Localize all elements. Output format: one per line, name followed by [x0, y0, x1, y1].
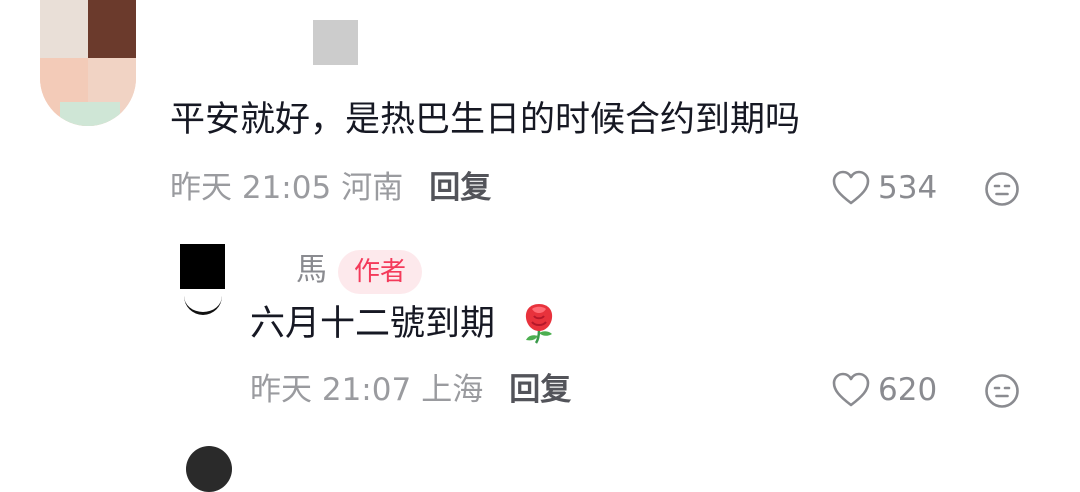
- reply-reply-button[interactable]: 回复: [509, 370, 571, 410]
- avatar[interactable]: [40, 0, 136, 126]
- reply-username[interactable]: 馬: [296, 250, 327, 290]
- heart-icon: [832, 170, 870, 205]
- comment-location: 河南: [341, 170, 404, 206]
- comment-meta: 昨天 21:05 河南 回复: [170, 168, 491, 208]
- avatar-pixel: [88, 0, 136, 58]
- reply-text: 六月十二號到期: [250, 304, 496, 344]
- like-count: 534: [878, 170, 938, 206]
- reply-like-count: 620: [878, 372, 938, 408]
- username-placeholder[interactable]: [313, 20, 358, 65]
- heart-icon: [832, 372, 870, 407]
- reply-location: 上海: [421, 372, 484, 408]
- like-button[interactable]: [831, 169, 871, 207]
- dislike-button[interactable]: [984, 171, 1020, 207]
- reply-meta: 昨天 21:07 上海 回复: [250, 370, 571, 410]
- reply-button[interactable]: 回复: [429, 168, 491, 208]
- reply-like-button[interactable]: [831, 371, 871, 409]
- reply-avatar[interactable]: [180, 244, 225, 289]
- avatar-pixel: [60, 102, 120, 126]
- reply-avatar-edge: [184, 288, 222, 315]
- author-badge: 作者: [338, 250, 423, 294]
- comment-text: 平安就好，是热巴生日的时候合约到期吗: [170, 100, 801, 140]
- avatar-pixel: [40, 0, 88, 58]
- rose-icon: [520, 300, 558, 344]
- meh-face-icon: [985, 374, 1019, 408]
- meh-face-icon: [985, 172, 1019, 206]
- comment-time: 昨天 21:05: [170, 170, 332, 206]
- next-comment-avatar[interactable]: [186, 446, 232, 492]
- reply-time: 昨天 21:07: [250, 372, 412, 408]
- reply-dislike-button[interactable]: [984, 373, 1020, 409]
